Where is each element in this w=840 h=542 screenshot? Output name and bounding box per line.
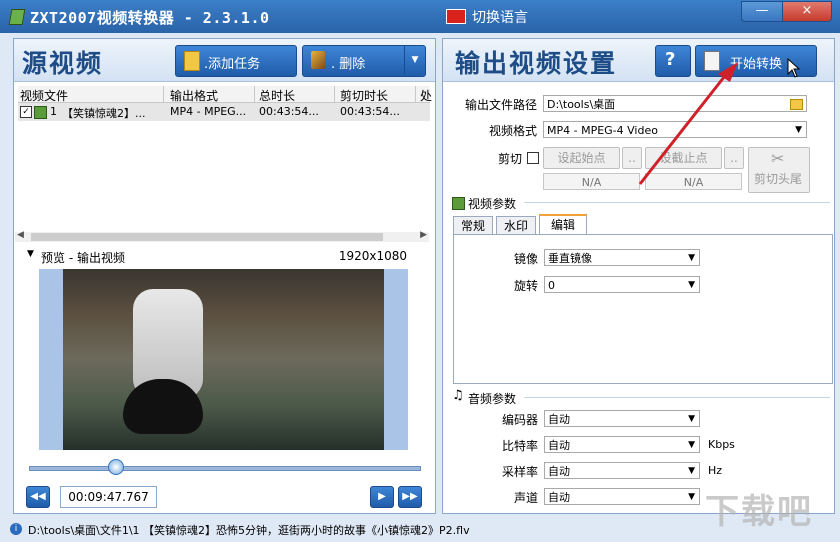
chevron-down-icon: ▼ <box>688 466 695 476</box>
tab-watermark[interactable]: 水印 <box>496 216 536 236</box>
add-task-label: .添加任务 <box>204 57 261 72</box>
app-logo-icon <box>8 9 26 25</box>
row-format: MP4 - MPEG... <box>170 105 247 118</box>
output-path-label: 输出文件路径 <box>464 98 537 112</box>
scroll-thumb[interactable] <box>31 233 383 241</box>
window-title: ZXT2007视频转换器 - 2.3.1.0 <box>30 9 270 27</box>
col-cut-duration[interactable]: 剪切时长 <box>340 87 388 104</box>
tab-general[interactable]: 常规 <box>453 216 493 236</box>
film-icon <box>452 197 465 210</box>
encoder-select[interactable]: 自动 ▼ <box>544 410 700 427</box>
channel-value: 自动 <box>548 491 570 504</box>
bitrate-unit: Kbps <box>708 438 735 451</box>
chevron-down-icon: ▼ <box>688 414 695 424</box>
table-row[interactable]: ✓ 1 【笑镇惊魂2】... MP4 - MPEG... 00:43:54...… <box>18 103 430 121</box>
encoder-value: 自动 <box>548 413 570 426</box>
video-format-label: 视频格式 <box>488 124 537 138</box>
browse-folder-icon[interactable] <box>790 99 803 110</box>
audio-params-label: 音频参数 <box>468 392 517 406</box>
chevron-down-icon[interactable]: ▼ <box>404 46 425 74</box>
samplerate-select[interactable]: 自动 ▼ <box>544 462 700 479</box>
mirror-value: 垂直镜像 <box>548 252 592 265</box>
seek-slider[interactable] <box>29 466 421 471</box>
channel-select[interactable]: 自动 ▼ <box>544 488 700 505</box>
row-name: 【笑镇惊魂2】... <box>62 107 146 120</box>
rewind-button[interactable]: ◀◀ <box>26 486 50 508</box>
rotate-select[interactable]: 0 ▼ <box>544 276 700 293</box>
cut-head-tail-button[interactable]: ✂ 剪切头尾 <box>748 147 810 193</box>
row-cut: 00:43:54... <box>340 105 400 118</box>
samplerate-label: 采样率 <box>501 465 538 479</box>
play-button[interactable]: ▶ <box>370 486 394 508</box>
start-point-field: N/A <box>543 173 640 190</box>
row-index: 1 <box>50 105 57 118</box>
scroll-left-icon[interactable]: ◀ <box>17 230 24 240</box>
bitrate-select[interactable]: 自动 ▼ <box>544 436 700 453</box>
rotate-label: 旋转 <box>513 279 538 293</box>
delete-button[interactable]: . 删除 ▼ <box>302 45 426 77</box>
status-path: D:\tools\桌面\文件1\1 【笑镇惊魂2】恐怖5分钟，逛街两小时的故事《… <box>28 524 470 537</box>
mirror-select[interactable]: 垂直镜像 ▼ <box>544 249 700 266</box>
col-output-format[interactable]: 输出格式 <box>170 87 218 104</box>
info-icon: i <box>10 523 22 535</box>
mirror-label: 镜像 <box>513 252 538 266</box>
cut-checkbox[interactable] <box>527 152 539 164</box>
china-flag-icon[interactable] <box>446 9 466 24</box>
chevron-down-icon: ▼ <box>688 440 695 450</box>
col-video-file[interactable]: 视频文件 <box>20 87 68 104</box>
folder-icon <box>184 51 200 71</box>
switch-language-button[interactable]: 切换语言 <box>472 7 528 27</box>
delete-label: . 删除 <box>331 57 366 72</box>
source-title: 源视频 <box>22 49 104 78</box>
output-title: 输出视频设置 <box>455 49 618 78</box>
resolution-label: 1920x1080 <box>338 249 407 263</box>
music-note-icon: ♫ <box>452 388 464 403</box>
rotate-value: 0 <box>548 279 555 292</box>
col-duration[interactable]: 总时长 <box>259 87 295 104</box>
chevron-down-icon: ▼ <box>688 280 695 290</box>
samplerate-unit: Hz <box>708 464 723 477</box>
minimize-button[interactable]: — <box>741 1 783 22</box>
app-window: ZXT2007视频转换器 - 2.3.1.0 切换语言 — × 源视频 .添加任… <box>0 0 840 542</box>
cut-head-tail-label: 剪切头尾 <box>754 172 803 186</box>
preview-label: 预览 - 输出视频 <box>41 251 125 265</box>
row-checkbox[interactable]: ✓ <box>20 106 32 118</box>
bitrate-value: 自动 <box>548 439 570 452</box>
samplerate-value: 自动 <box>548 465 570 478</box>
set-start-button[interactable]: 设起始点 <box>543 147 620 169</box>
seek-slider-knob[interactable] <box>107 459 124 475</box>
source-panel-header: 源视频 .添加任务 . 删除 ▼ <box>14 39 435 82</box>
encoder-label: 编码器 <box>501 413 538 427</box>
preview-header: ▼ 预览 - 输出视频 1920x1080 <box>15 249 429 267</box>
mouse-cursor-icon <box>787 58 801 78</box>
video-tabs: 常规 水印 编辑 <box>453 214 833 237</box>
chevron-down-icon: ▼ <box>688 253 695 263</box>
scroll-right-icon[interactable]: ▶ <box>420 230 427 240</box>
broom-icon <box>311 51 325 69</box>
collapse-icon[interactable]: ▼ <box>27 249 34 259</box>
annotation-arrow <box>638 62 738 185</box>
forward-button[interactable]: ▶▶ <box>398 486 422 508</box>
video-params-label: 视频参数 <box>468 197 517 211</box>
scissors-icon: ✂ <box>771 149 785 168</box>
close-button[interactable]: × <box>782 1 832 22</box>
col-process[interactable]: 处 <box>420 87 432 104</box>
add-task-button[interactable]: .添加任务 <box>175 45 297 77</box>
video-preview <box>39 269 408 450</box>
video-file-icon <box>34 106 47 119</box>
watermark-text: 下载吧 <box>705 492 813 532</box>
bitrate-label: 比特率 <box>501 439 538 453</box>
channel-label: 声道 <box>513 491 538 505</box>
title-bar: ZXT2007视频转换器 - 2.3.1.0 切换语言 — × <box>0 0 840 33</box>
chevron-down-icon: ▼ <box>688 492 695 502</box>
output-path-value: D:\tools\桌面 <box>547 98 616 111</box>
chevron-down-icon: ▼ <box>795 125 802 135</box>
time-display: 00:09:47.767 <box>60 486 157 508</box>
row-duration: 00:43:54... <box>259 105 319 118</box>
cut-label: 剪切 <box>497 152 522 166</box>
file-list-header: 视频文件 输出格式 总时长 剪切时长 处 <box>18 86 432 104</box>
horizontal-scrollbar[interactable]: ◀ ▶ <box>15 230 429 242</box>
